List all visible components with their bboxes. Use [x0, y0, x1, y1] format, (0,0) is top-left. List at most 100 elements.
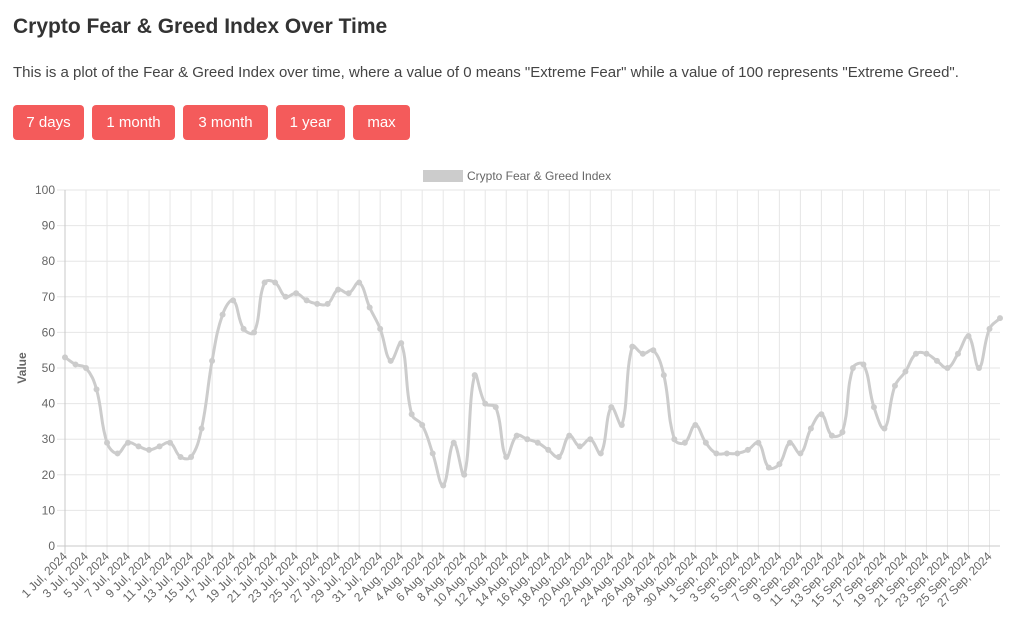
data-point[interactable] [83, 365, 90, 371]
data-point[interactable] [251, 329, 258, 336]
data-point[interactable] [314, 300, 321, 307]
data-point[interactable] [671, 436, 678, 443]
data-point[interactable] [555, 454, 562, 460]
data-point[interactable] [482, 400, 489, 407]
data-point[interactable] [870, 404, 877, 411]
data-point[interactable] [335, 286, 342, 293]
data-point[interactable] [198, 425, 205, 432]
range-1-year-button[interactable]: 1 year [276, 105, 345, 140]
range-7-days-button[interactable]: 7 days [13, 105, 84, 140]
data-point[interactable] [713, 450, 720, 457]
legend-label[interactable]: Crypto Fear & Greed Index [467, 169, 611, 183]
data-point[interactable] [356, 279, 363, 286]
data-point[interactable] [849, 365, 856, 371]
data-point[interactable] [72, 361, 79, 368]
data-point[interactable] [503, 454, 510, 460]
data-point[interactable] [524, 436, 531, 443]
data-point[interactable] [986, 325, 993, 332]
data-point[interactable] [114, 450, 121, 457]
range-1-month-button[interactable]: 1 month [92, 105, 175, 140]
data-point[interactable] [618, 421, 625, 428]
data-point[interactable] [345, 290, 352, 297]
data-point[interactable] [125, 439, 132, 446]
data-point[interactable] [461, 471, 468, 478]
data-point[interactable] [303, 297, 310, 304]
data-point[interactable] [807, 425, 814, 432]
range-button-group: 7 days 1 month 3 month 1 year max [13, 105, 410, 140]
data-point[interactable] [566, 432, 573, 439]
data-point[interactable] [188, 454, 195, 460]
data-point[interactable] [398, 340, 405, 347]
legend-swatch[interactable] [423, 170, 463, 182]
data-point[interactable] [997, 315, 1003, 322]
data-point[interactable] [545, 446, 552, 453]
data-point[interactable] [702, 439, 709, 446]
data-point[interactable] [324, 300, 331, 307]
data-point[interactable] [954, 350, 961, 357]
range-3-month-button[interactable]: 3 month [183, 105, 268, 140]
legend[interactable]: Crypto Fear & Greed Index [423, 169, 611, 183]
data-point[interactable] [219, 311, 226, 318]
data-point[interactable] [860, 361, 867, 368]
data-point[interactable] [366, 304, 373, 311]
data-point[interactable] [923, 350, 930, 357]
data-point[interactable] [786, 439, 793, 446]
data-point[interactable] [450, 439, 457, 446]
data-point[interactable] [660, 372, 667, 379]
data-point[interactable] [629, 343, 636, 350]
data-point[interactable] [881, 425, 888, 432]
data-point[interactable] [902, 368, 909, 375]
data-point[interactable] [723, 450, 730, 457]
data-point[interactable] [492, 404, 499, 411]
data-point[interactable] [534, 439, 541, 446]
data-point[interactable] [177, 454, 184, 460]
data-point[interactable] [828, 432, 835, 439]
data-point[interactable] [209, 357, 216, 364]
data-point[interactable] [765, 464, 772, 471]
data-point[interactable] [240, 325, 247, 332]
data-point[interactable] [891, 382, 898, 389]
data-point[interactable] [440, 482, 447, 489]
data-point[interactable] [377, 325, 384, 332]
data-point[interactable] [650, 347, 657, 354]
data-point[interactable] [513, 432, 520, 439]
data-point[interactable] [282, 293, 289, 300]
data-point[interactable] [912, 350, 919, 357]
data-point[interactable] [818, 411, 825, 418]
data-point[interactable] [135, 443, 142, 450]
data-point[interactable] [776, 461, 783, 468]
data-point[interactable] [419, 421, 426, 428]
y-tick-label: 20 [42, 468, 56, 482]
data-point[interactable] [839, 429, 846, 436]
data-point[interactable] [93, 386, 100, 393]
data-point[interactable] [639, 350, 646, 357]
data-point[interactable] [965, 332, 972, 339]
range-max-button[interactable]: max [353, 105, 410, 140]
data-point[interactable] [293, 290, 300, 297]
data-point[interactable] [429, 450, 436, 457]
data-point[interactable] [944, 365, 951, 371]
data-point[interactable] [230, 297, 237, 304]
data-point[interactable] [167, 439, 174, 446]
data-point[interactable] [387, 357, 394, 364]
data-point[interactable] [797, 450, 804, 457]
data-point[interactable] [755, 439, 762, 446]
data-point[interactable] [744, 446, 751, 453]
data-point[interactable] [261, 279, 268, 286]
data-point[interactable] [681, 439, 688, 446]
data-point[interactable] [975, 365, 982, 371]
data-point[interactable] [146, 446, 153, 453]
data-point[interactable] [933, 357, 940, 364]
data-point[interactable] [471, 372, 478, 379]
data-point[interactable] [62, 354, 68, 361]
data-point[interactable] [576, 443, 583, 450]
data-point[interactable] [272, 279, 279, 286]
data-point[interactable] [692, 421, 699, 428]
data-point[interactable] [104, 439, 111, 446]
data-point[interactable] [608, 404, 615, 411]
data-point[interactable] [734, 450, 741, 457]
data-point[interactable] [597, 450, 604, 457]
data-point[interactable] [587, 436, 594, 443]
data-point[interactable] [156, 443, 163, 450]
data-point[interactable] [408, 411, 415, 418]
